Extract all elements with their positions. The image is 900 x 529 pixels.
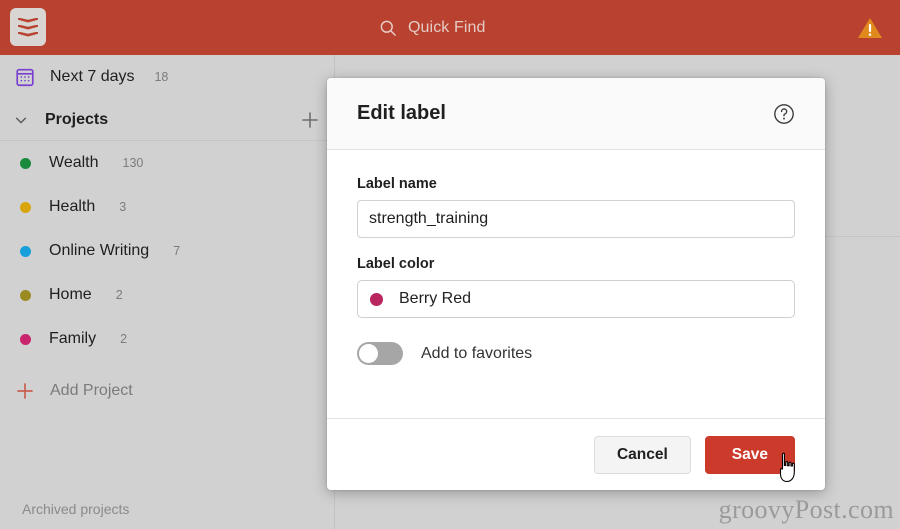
projects-section-title: Projects	[45, 110, 109, 128]
project-label: Home	[49, 286, 92, 303]
plus-icon	[17, 383, 33, 399]
project-color-dot	[20, 201, 31, 213]
project-row[interactable]: Home 2	[0, 273, 334, 317]
add-project-label: Add Project	[50, 382, 133, 399]
project-label: Family	[49, 330, 97, 347]
cancel-button[interactable]: Cancel	[593, 435, 691, 474]
label-color-label: Label color	[357, 256, 435, 272]
project-color-dot	[20, 289, 31, 301]
sidebar-item-count: 18	[154, 70, 169, 84]
dialog-header: Edit label	[327, 78, 825, 150]
project-color-dot	[20, 333, 31, 345]
calendar-week-icon	[16, 68, 34, 87]
todoist-app-window: Quick Find Today 5	[0, 0, 900, 529]
logo-chevron-icon	[18, 31, 38, 37]
search-icon	[380, 20, 396, 36]
logo-chevron-icon	[18, 24, 38, 30]
add-project-button[interactable]: Add Project	[0, 369, 334, 413]
sidebar: Today 5 Next 7 days 18 Projects	[0, 55, 335, 529]
dialog-title: Edit label	[357, 102, 446, 124]
add-project-plus-icon[interactable]	[300, 110, 320, 130]
label-name-input[interactable]	[357, 200, 795, 238]
quick-find-label: Quick Find	[408, 18, 486, 36]
project-row[interactable]: Wealth 130	[0, 141, 334, 185]
edit-label-dialog: Edit label Label name Label color Berry …	[327, 78, 825, 490]
project-color-dot	[20, 245, 31, 257]
label-color-select[interactable]: Berry Red	[357, 280, 795, 318]
calendar-today-icon	[14, 55, 36, 57]
save-button[interactable]: Save	[704, 435, 795, 474]
question-circle-icon[interactable]	[773, 103, 795, 125]
project-row[interactable]: Family 2	[0, 317, 334, 361]
project-color-dot	[20, 157, 31, 169]
quick-find-search[interactable]: Quick Find	[378, 0, 485, 55]
project-list: Wealth 130 Health 3 Online Writing 7 Home 2 Fami…	[0, 141, 334, 361]
project-count: 2	[120, 332, 128, 346]
logo-chevron-icon	[18, 17, 38, 23]
project-row[interactable]: Health 3	[0, 185, 334, 229]
sidebar-item-label: Next 7 days	[50, 68, 135, 85]
selected-color-swatch	[370, 292, 383, 306]
top-bar: Quick Find	[0, 0, 900, 55]
add-to-favorites-row[interactable]: Add to favorites	[357, 342, 795, 365]
project-label: Online Writing	[49, 242, 150, 259]
project-count: 3	[119, 200, 127, 214]
archived-projects-link[interactable]: Archived projects	[22, 501, 129, 517]
chevron-down-icon	[15, 117, 27, 123]
watermark: groovyPost.com	[718, 495, 894, 524]
todoist-logo[interactable]	[10, 8, 46, 46]
project-label: Wealth	[49, 154, 99, 171]
warning-button[interactable]	[856, 0, 884, 55]
selected-color-name: Berry Red	[399, 290, 472, 307]
project-label: Health	[49, 198, 96, 215]
add-to-favorites-toggle[interactable]	[357, 342, 403, 365]
toggle-knob	[359, 344, 378, 363]
dialog-body: Label name Label color Berry Red Add to …	[327, 150, 825, 418]
sidebar-item-next-7-days[interactable]: Next 7 days 18	[0, 55, 334, 99]
warning-triangle-icon	[858, 17, 882, 38]
project-count: 7	[173, 244, 181, 258]
add-to-favorites-label: Add to favorites	[421, 344, 533, 362]
project-count: 130	[122, 156, 144, 170]
projects-section-header[interactable]: Projects	[0, 99, 334, 141]
dialog-footer: Cancel Save	[327, 418, 825, 490]
project-count: 2	[115, 288, 123, 302]
project-row[interactable]: Online Writing 7	[0, 229, 334, 273]
label-name-label: Label name	[357, 176, 437, 192]
